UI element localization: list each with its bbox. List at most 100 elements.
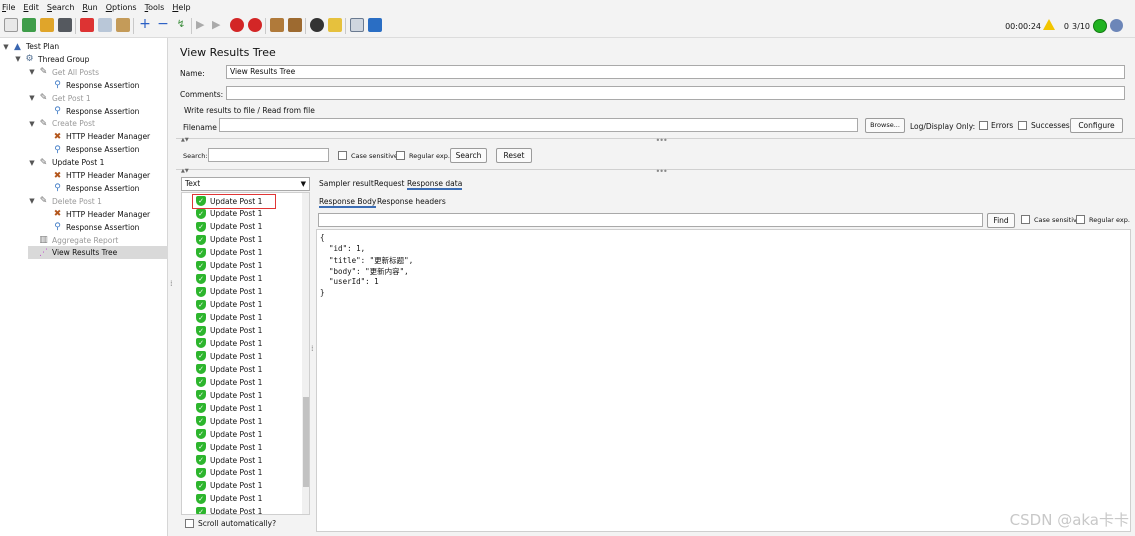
result-row[interactable]: ✓ Update Post 1: [196, 273, 262, 285]
menu-edit[interactable]: Edit: [23, 3, 39, 12]
find-regular-exp-checkbox[interactable]: [1076, 215, 1085, 224]
successes-checkbox[interactable]: [1018, 121, 1027, 130]
menu-help[interactable]: Help: [172, 3, 190, 12]
result-row[interactable]: ✓ Update Post 1: [196, 299, 262, 311]
collapse-minus-icon[interactable]: −: [156, 17, 170, 32]
result-row[interactable]: ✓ Update Post 1: [196, 467, 262, 479]
configure-button[interactable]: Configure: [1070, 118, 1123, 133]
chevron-down-icon[interactable]: ▼: [28, 120, 36, 128]
result-row[interactable]: ✓ Update Post 1: [196, 402, 262, 414]
tree-node[interactable]: ▼ ⚙ Thread Group: [14, 53, 89, 66]
chevron-down-icon[interactable]: ▼: [28, 68, 36, 76]
tree-node[interactable]: ⚲ Response Assertion: [42, 105, 139, 118]
shutdown-icon[interactable]: [248, 18, 262, 32]
response-body-text[interactable]: { "id": 1, "title": "更新标题", "body": "更新内…: [316, 229, 1131, 532]
reset-button[interactable]: Reset: [496, 148, 532, 163]
tree-node[interactable]: ▼ ✎ Get Post 1: [28, 92, 90, 105]
menu-options[interactable]: Options: [106, 3, 137, 12]
subtab-response-headers[interactable]: Response headers: [377, 197, 446, 206]
templates-icon[interactable]: [22, 18, 36, 32]
chevron-down-icon[interactable]: ▼: [28, 159, 36, 167]
result-row[interactable]: ✓ Update Post 1: [196, 350, 262, 362]
copy-icon[interactable]: [98, 18, 112, 32]
result-row[interactable]: ✓ Update Post 1: [196, 389, 262, 401]
result-row[interactable]: ✓ Update Post 1: [196, 454, 262, 466]
chevron-down-icon[interactable]: ▼: [14, 55, 22, 63]
start-no-pause-icon[interactable]: ▶: [212, 18, 226, 32]
comments-field[interactable]: [226, 86, 1125, 100]
menu-run[interactable]: Run: [82, 3, 97, 12]
divider-arrows-icon[interactable]: ▲▼: [181, 137, 189, 143]
tree-node[interactable]: ⚲ Response Assertion: [42, 182, 139, 195]
result-row[interactable]: ✓ Update Post 1: [196, 376, 262, 388]
tree-node[interactable]: ⚲ Response Assertion: [42, 79, 139, 92]
tab-response-data[interactable]: Response data: [407, 179, 463, 190]
start-icon[interactable]: ▶: [196, 18, 210, 32]
find-button[interactable]: Find: [987, 213, 1015, 228]
tree-node[interactable]: ⚲ Response Assertion: [42, 221, 139, 234]
find-case-sensitive-checkbox[interactable]: [1021, 215, 1030, 224]
result-row[interactable]: ✓ Update Post 1: [196, 247, 262, 259]
save-icon[interactable]: [58, 18, 72, 32]
results-scrollbar-thumb[interactable]: [303, 397, 309, 487]
scroll-automatically-checkbox[interactable]: [185, 519, 194, 528]
result-row[interactable]: ✓ Update Post 1: [196, 363, 262, 375]
help-icon[interactable]: [368, 18, 382, 32]
filename-field[interactable]: [219, 118, 858, 132]
new-icon[interactable]: [4, 18, 18, 32]
toggle-icon[interactable]: ↯: [174, 18, 188, 32]
open-folder-icon[interactable]: [40, 18, 54, 32]
result-row[interactable]: ✓ Update Post 1: [196, 441, 262, 453]
browse-button[interactable]: Browse...: [865, 118, 905, 133]
chevron-down-icon[interactable]: ▼: [28, 94, 36, 102]
regular-exp-checkbox[interactable]: [396, 151, 405, 160]
results-divider-arrows-icon[interactable]: ▲▼: [181, 168, 189, 174]
search-binoculars-icon[interactable]: [310, 18, 324, 32]
menu-search[interactable]: Search: [47, 3, 74, 12]
cut-icon[interactable]: [80, 18, 94, 32]
chevron-down-icon[interactable]: ▼: [2, 43, 10, 51]
case-sensitive-checkbox[interactable]: [338, 151, 347, 160]
tree-node[interactable]: ✖ HTTP Header Manager: [42, 169, 150, 182]
result-row[interactable]: ✓ Update Post 1: [196, 286, 262, 298]
function-helper-icon[interactable]: [350, 18, 364, 32]
tree-node[interactable]: ✖ HTTP Header Manager: [42, 208, 150, 221]
menu-file[interactable]: File: [2, 3, 15, 12]
tree-node[interactable]: ▼ ✎ Delete Post 1: [28, 195, 102, 208]
subtab-response-body[interactable]: Response Body: [319, 197, 377, 208]
tree-splitter[interactable]: ⁞: [168, 38, 176, 536]
chevron-down-icon[interactable]: ▼: [28, 197, 36, 205]
tree-node[interactable]: ▼ ✎ Update Post 1: [28, 156, 104, 169]
name-field[interactable]: View Results Tree: [226, 65, 1125, 79]
tree-node[interactable]: ⋰ View Results Tree: [28, 246, 168, 260]
tab-sampler-result[interactable]: Sampler result: [319, 179, 374, 188]
result-row[interactable]: ✓ Update Post 1: [196, 234, 262, 246]
find-input[interactable]: [318, 213, 983, 227]
paste-icon[interactable]: [116, 18, 130, 32]
result-row[interactable]: ✓ Update Post 1: [196, 506, 262, 514]
tree-node[interactable]: ▥ Aggregate Report: [28, 234, 118, 247]
tree-node[interactable]: ✖ HTTP Header Manager: [42, 130, 150, 143]
result-row[interactable]: ✓ Update Post 1: [196, 325, 262, 337]
result-row[interactable]: ✓ Update Post 1: [196, 415, 262, 427]
result-row[interactable]: ✓ Update Post 1: [196, 493, 262, 505]
tree-node[interactable]: ▼ ▲ Test Plan: [2, 40, 59, 53]
renderer-select[interactable]: Text ▼: [181, 177, 310, 191]
result-row[interactable]: ✓ Update Post 1: [196, 337, 262, 349]
tab-request[interactable]: Request: [374, 179, 404, 188]
search-button[interactable]: Search: [450, 148, 487, 163]
expand-plus-icon[interactable]: +: [138, 17, 152, 32]
results-divider[interactable]: •••: [176, 167, 1135, 176]
section-divider[interactable]: •••: [176, 136, 1135, 145]
result-row[interactable]: ✓ Update Post 1: [196, 195, 262, 207]
result-row[interactable]: ✓ Update Post 1: [196, 260, 262, 272]
result-row[interactable]: ✓ Update Post 1: [196, 208, 262, 220]
result-row[interactable]: ✓ Update Post 1: [196, 428, 262, 440]
tree-node[interactable]: ▼ ✎ Get All Posts: [28, 66, 99, 79]
tree-node[interactable]: ⚲ Response Assertion: [42, 143, 139, 156]
result-row[interactable]: ✓ Update Post 1: [196, 221, 262, 233]
reset-search-broom-icon[interactable]: [328, 18, 342, 32]
search-input[interactable]: [208, 148, 329, 162]
clear-icon[interactable]: [270, 18, 284, 32]
warning-icon[interactable]: [1043, 19, 1055, 30]
